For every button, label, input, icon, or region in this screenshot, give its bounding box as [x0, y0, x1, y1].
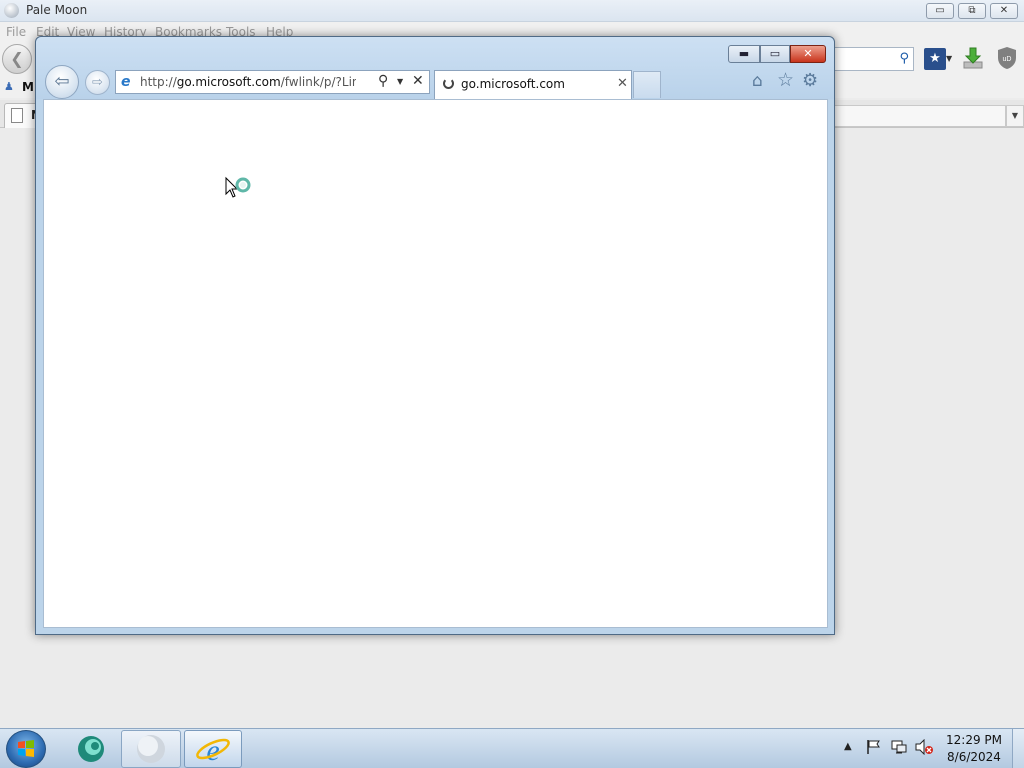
- home-icon[interactable]: ⌂: [752, 71, 763, 91]
- search-icon[interactable]: ⚲: [378, 73, 388, 89]
- url-path: /fwlink/p/?LinkId=2: [280, 75, 356, 89]
- arrow-left-icon: ⇦: [54, 71, 70, 92]
- svg-text:uD: uD: [1003, 56, 1012, 63]
- palemoon-logo-icon: [137, 735, 165, 763]
- chevron-down-icon[interactable]: ▼: [397, 77, 403, 86]
- gear-icon[interactable]: ⚙: [802, 70, 818, 91]
- start-button[interactable]: [6, 730, 46, 768]
- action-center-flag-icon[interactable]: [866, 739, 882, 755]
- show-desktop-button[interactable]: [1012, 729, 1024, 768]
- menu-file[interactable]: File: [6, 25, 26, 39]
- clock-time[interactable]: 12:29 PM: [944, 733, 1004, 747]
- palemoon-logo-icon: [4, 3, 19, 18]
- ie-logo-icon: e: [196, 734, 230, 767]
- palemoon-close-button[interactable]: ✕: [990, 3, 1018, 19]
- taskbar-palemoon-button[interactable]: [121, 730, 181, 768]
- loading-spinner-icon: [443, 78, 454, 89]
- svg-text:e: e: [206, 734, 219, 767]
- ie-page-content[interactable]: [43, 99, 828, 628]
- ie-forward-button[interactable]: ⇨: [85, 70, 110, 95]
- ie-new-tab-button[interactable]: [633, 71, 661, 98]
- app-teal-icon: [78, 736, 104, 762]
- bookmarks-dropdown-icon[interactable]: ▼: [946, 54, 952, 63]
- ie-back-button[interactable]: ⇦: [45, 65, 79, 99]
- ie-maximize-button[interactable]: ▭: [760, 45, 790, 63]
- windows-logo-icon: [18, 740, 34, 757]
- ublock-shield-icon[interactable]: uD: [996, 46, 1018, 70]
- taskbar: e ▲ 12:29 PM 8/6/2024: [0, 728, 1024, 768]
- palemoon-minimize-button[interactable]: ▭: [926, 3, 954, 19]
- ie-minimize-button[interactable]: ▬: [728, 45, 760, 63]
- ie-address-bar[interactable]: e http://go.microsoft.com/fwlink/p/?Link…: [115, 70, 430, 94]
- favorites-star-icon[interactable]: ☆: [777, 69, 794, 91]
- arrow-left-icon: ❮: [10, 49, 24, 68]
- url-domain: go.microsoft.com: [176, 75, 281, 89]
- palemoon-back-button[interactable]: ❮: [2, 44, 32, 74]
- palemoon-window-title: Pale Moon: [26, 3, 88, 17]
- stop-icon[interactable]: ✕: [412, 73, 424, 89]
- taskbar-app-button[interactable]: [66, 730, 116, 768]
- download-icon[interactable]: [962, 46, 984, 70]
- busy-cursor-icon: [225, 176, 251, 198]
- ie-window: ▬ ▭ ✕ ⇦ ⇨ e http://go.microsoft.com/fwli…: [35, 36, 835, 635]
- clock-date[interactable]: 8/6/2024: [944, 750, 1004, 764]
- tab-close-icon[interactable]: ✕: [617, 76, 628, 91]
- ie-tab-active[interactable]: go.microsoft.com ✕: [434, 70, 632, 99]
- volume-muted-icon[interactable]: [914, 739, 934, 755]
- tray-overflow-button[interactable]: ▲: [844, 741, 852, 752]
- network-icon[interactable]: [890, 739, 908, 755]
- ie-tab-label: go.microsoft.com: [461, 77, 565, 91]
- palemoon-restore-button[interactable]: ⧉: [958, 3, 986, 19]
- bookmarks-star-icon[interactable]: ★: [924, 48, 946, 70]
- ie-close-button[interactable]: ✕: [790, 45, 826, 63]
- tab-list-dropdown-icon[interactable]: ▼: [1006, 105, 1024, 127]
- ie-url-text[interactable]: http://go.microsoft.com/fwlink/p/?LinkId…: [140, 75, 356, 89]
- page-icon: [11, 108, 23, 123]
- palemoon-tab-strip-area: [834, 105, 1006, 127]
- search-icon[interactable]: ⚲: [899, 51, 909, 66]
- taskbar-ie-button[interactable]: e: [184, 730, 242, 768]
- bookmark-user-icon: ♟: [4, 80, 14, 93]
- ie-logo-icon: e: [121, 74, 131, 90]
- palemoon-titlebar[interactable]: Pale Moon ▭ ⧉ ✕: [0, 0, 1024, 22]
- bookmark-item[interactable]: M: [22, 80, 34, 94]
- url-prefix: http://: [140, 75, 177, 89]
- arrow-right-icon: ⇨: [92, 75, 103, 90]
- palemoon-search-field[interactable]: ⚲: [834, 47, 914, 71]
